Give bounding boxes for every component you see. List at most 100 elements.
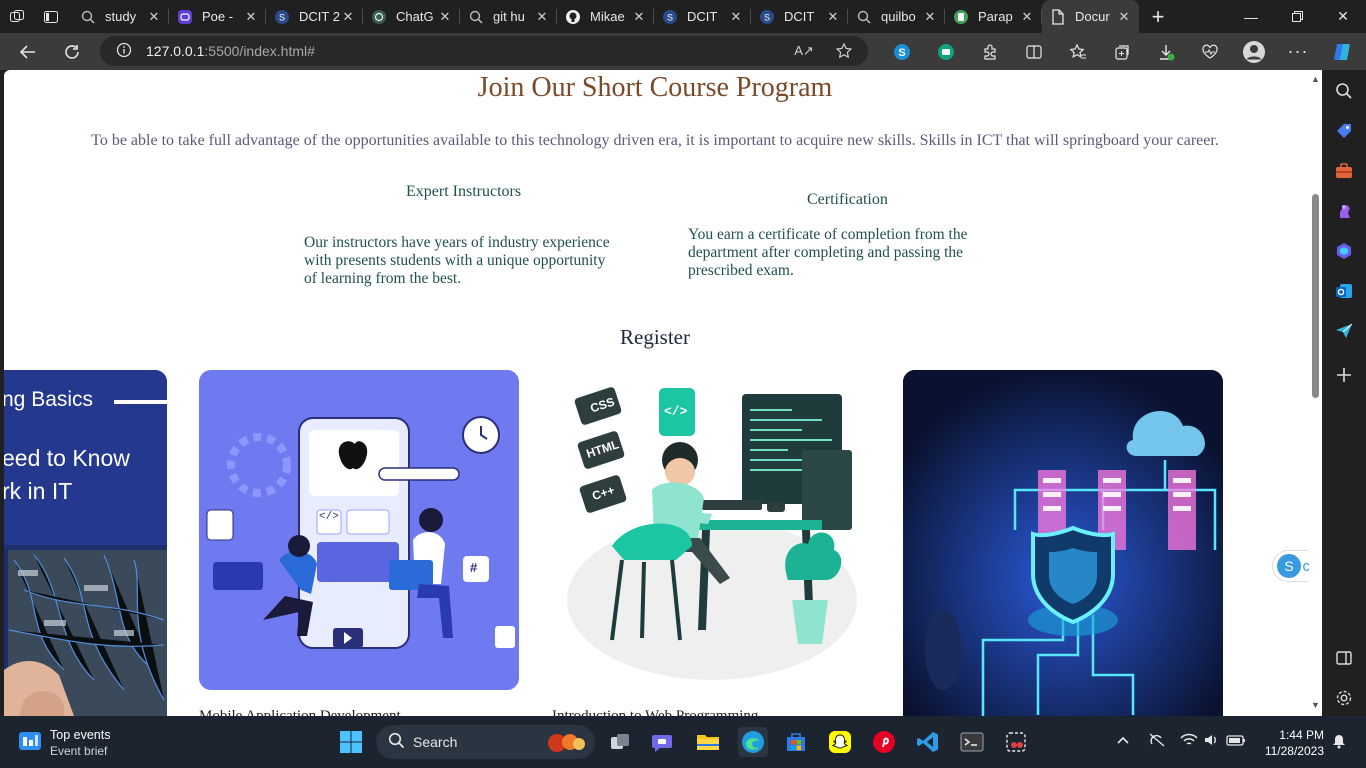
pinterest-icon[interactable] — [870, 728, 898, 756]
sidebar-tools-icon[interactable] — [1332, 159, 1356, 183]
scroll-thumb[interactable] — [1312, 194, 1319, 398]
card-caption-web-programming[interactable]: Introduction to Web Programming — [552, 708, 758, 716]
site-info-icon[interactable] — [116, 42, 132, 61]
edge-taskbar-icon[interactable] — [738, 727, 768, 757]
close-tab-icon[interactable]: ✕ — [244, 9, 258, 25]
back-button[interactable] — [10, 36, 46, 68]
scroll-down-arrow[interactable]: ▼ — [1311, 700, 1320, 710]
new-tab-button[interactable]: + — [1143, 0, 1173, 33]
taskbar-search[interactable]: Search — [376, 725, 595, 759]
vscode-icon[interactable] — [914, 728, 942, 756]
close-tab-icon[interactable]: ✕ — [632, 9, 646, 25]
file-explorer-icon[interactable] — [694, 728, 722, 756]
course-card-mobile-app[interactable]: </> # — [199, 370, 519, 690]
sidebar-settings-icon[interactable] — [1332, 686, 1356, 710]
sidebar-send-icon[interactable] — [1332, 319, 1356, 343]
widgets-button[interactable] — [18, 729, 42, 758]
split-screen-icon[interactable] — [1012, 36, 1056, 68]
close-tab-icon[interactable]: ✕ — [147, 9, 161, 25]
tab-label: Docur — [1075, 9, 1110, 24]
browser-tab[interactable]: S DCIT ✕ — [654, 0, 751, 33]
tab-actions-icon[interactable] — [34, 0, 68, 33]
favorites-icon[interactable] — [1056, 36, 1100, 68]
floating-skype-button[interactable]: S c — [1272, 550, 1309, 582]
downloads-icon[interactable] — [1144, 36, 1188, 68]
search-label: Search — [413, 734, 458, 750]
search-icon — [468, 9, 484, 25]
address-bar[interactable]: 127.0.0.1:5500/index.html# A↗ — [100, 36, 868, 66]
snipping-tool-icon[interactable] — [1002, 728, 1030, 756]
browser-tab[interactable]: quilbo ✕ — [848, 0, 945, 33]
ai-extension-icon[interactable] — [924, 36, 968, 68]
widget-title[interactable]: Top events — [50, 728, 110, 742]
course-card-cloud-security[interactable] — [903, 370, 1223, 716]
browser-tab[interactable]: Mikae ✕ — [557, 0, 654, 33]
code-badge-text: </> — [664, 404, 688, 419]
microsoft-store-icon[interactable] — [782, 728, 810, 756]
feature-title-instructors: Expert Instructors — [406, 183, 522, 200]
card-caption-mobile-app[interactable]: Mobile Application Development — [199, 708, 401, 716]
browser-tab[interactable]: S DCIT 2 ✕ — [266, 0, 363, 33]
browser-tab[interactable]: ChatG ✕ — [363, 0, 460, 33]
show-hidden-icons[interactable] — [1116, 733, 1130, 750]
browser-tab[interactable]: study ✕ — [72, 0, 169, 33]
terminal-icon[interactable] — [958, 728, 986, 756]
close-tab-icon[interactable]: ✕ — [826, 9, 840, 25]
sidebar-add-icon[interactable] — [1332, 363, 1356, 387]
card-overlay-text: ng Basics — [4, 388, 94, 411]
skype-extension-icon[interactable]: S — [880, 36, 924, 68]
sync-status-icon[interactable] — [1148, 732, 1166, 751]
close-tab-icon[interactable]: ✕ — [729, 9, 743, 25]
volume-icon[interactable] — [1203, 732, 1219, 751]
close-tab-icon[interactable]: ✕ — [535, 9, 549, 25]
close-tab-icon[interactable]: ✕ — [1020, 9, 1034, 25]
clock-date[interactable]: 11/28/2023 — [1256, 744, 1324, 758]
feature-text-line: department after completing and passing … — [688, 244, 964, 261]
browser-tab[interactable]: Parap ✕ — [945, 0, 1042, 33]
browser-tab[interactable]: S DCIT ✕ — [751, 0, 848, 33]
clock-time[interactable]: 1:44 PM — [1262, 728, 1324, 742]
scroll-up-arrow[interactable]: ▲ — [1311, 74, 1320, 84]
start-button[interactable] — [337, 728, 365, 756]
performance-icon[interactable] — [1188, 36, 1232, 68]
notifications-bell-icon[interactable] — [1331, 733, 1347, 752]
close-tab-icon[interactable]: ✕ — [1117, 9, 1131, 25]
settings-more-icon[interactable]: ··· — [1276, 36, 1320, 68]
read-aloud-icon[interactable]: A↗ — [792, 40, 816, 62]
page-scrollbar[interactable]: ▲ ▼ — [1309, 70, 1322, 716]
browser-tab[interactable]: Docur ✕ — [1042, 0, 1139, 33]
sidebar-tag-icon[interactable] — [1332, 119, 1356, 143]
snapchat-icon[interactable] — [826, 728, 854, 756]
sidebar-copilot-icon[interactable] — [1332, 239, 1356, 263]
sidebar-outlook-icon[interactable] — [1332, 279, 1356, 303]
floating-button-letter: S — [1284, 558, 1293, 574]
workspaces-icon[interactable] — [0, 0, 34, 33]
copilot-icon[interactable] — [1320, 36, 1364, 68]
close-tab-icon[interactable]: ✕ — [438, 9, 452, 25]
extensions-icon[interactable] — [968, 36, 1012, 68]
collections-icon[interactable] — [1100, 36, 1144, 68]
wifi-icon[interactable] — [1180, 732, 1198, 751]
close-tab-icon[interactable]: ✕ — [341, 9, 355, 25]
url-path: :5500/index.html# — [204, 43, 315, 59]
profile-avatar[interactable] — [1232, 36, 1276, 68]
battery-icon[interactable] — [1226, 732, 1246, 751]
minimize-button[interactable]: — — [1228, 0, 1274, 33]
sidebar-games-icon[interactable] — [1332, 199, 1356, 223]
close-window-button[interactable]: ✕ — [1320, 0, 1366, 33]
card-overlay-text: rk in IT — [4, 478, 73, 504]
sidebar-search-icon[interactable] — [1332, 79, 1356, 103]
teams-chat-icon[interactable] — [649, 728, 677, 756]
favorite-star-icon[interactable] — [832, 40, 856, 62]
task-view-icon[interactable] — [606, 728, 634, 756]
browser-tab[interactable]: Poe - ✕ — [169, 0, 266, 33]
tab-label: Poe - — [202, 9, 234, 24]
refresh-button[interactable] — [54, 36, 90, 68]
browser-tab[interactable]: git hu ✕ — [460, 0, 557, 33]
restore-button[interactable] — [1274, 0, 1320, 33]
course-card-web-programming[interactable]: CSS HTML C++ </> — [552, 370, 872, 690]
sidebar-hide-icon[interactable] — [1332, 646, 1356, 670]
close-tab-icon[interactable]: ✕ — [923, 9, 937, 25]
course-card-networking[interactable]: ng Basics eed to Know rk in IT — [4, 370, 167, 716]
tab-label: ChatG — [396, 9, 434, 24]
